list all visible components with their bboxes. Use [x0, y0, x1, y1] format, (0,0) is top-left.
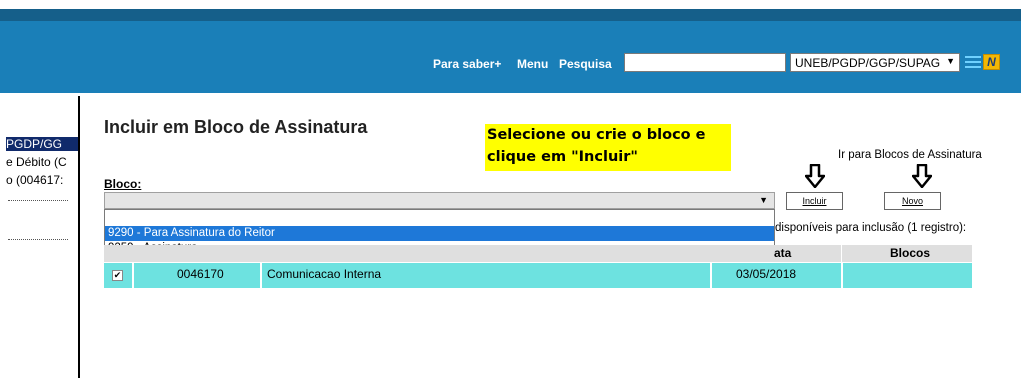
column-separator: [841, 263, 843, 288]
dropdown-option[interactable]: [105, 212, 774, 227]
left-tree-item[interactable]: o (004617:: [6, 173, 78, 187]
callout-line: clique em "Incluir": [487, 149, 638, 165]
cell-data: 03/05/2018: [736, 267, 797, 281]
bloco-label: Bloco:: [104, 177, 141, 191]
header-band: [0, 9, 1021, 21]
chevron-down-icon: ▼: [946, 56, 955, 66]
goto-blocos-link[interactable]: Ir para Blocos de Assinatura: [838, 149, 982, 161]
novo-button[interactable]: Novo: [884, 192, 941, 210]
left-panel: [0, 93, 80, 378]
left-tree-item[interactable]: e Débito (C: [6, 155, 78, 169]
list-icon[interactable]: [965, 55, 981, 69]
instruction-callout: Selecione ou crie o bloco e clique em "I…: [485, 124, 731, 171]
incluir-button[interactable]: Incluir: [786, 192, 843, 210]
app-header: Para saber+ Menu Pesquisa UNEB/PGDP/GGP/…: [0, 9, 1021, 93]
cell-tipo: Comunicacao Interna: [267, 267, 382, 281]
bloco-label-text: Bloco:: [104, 177, 142, 191]
divider: [8, 200, 68, 201]
nav-menu-link[interactable]: Menu: [517, 57, 548, 73]
dropdown-option-selected[interactable]: 9290 - Para Assinatura do Reitor: [105, 226, 774, 241]
unit-select[interactable]: UNEB/PGDP/GGP/SUPAG ▼: [790, 53, 960, 72]
row-checkbox[interactable]: ✔: [112, 270, 123, 281]
column-separator: [710, 263, 712, 288]
available-count-text: disponíveis para inclusão (1 registro):: [775, 222, 967, 234]
arrow-down-icon: [912, 164, 932, 188]
header-blocos: Blocos: [890, 246, 931, 260]
callout-line: Selecione ou crie o bloco e: [487, 127, 706, 143]
panel-divider: [78, 96, 80, 378]
bloco-select[interactable]: ▼: [104, 192, 775, 209]
search-input[interactable]: [624, 53, 786, 72]
incluir-button-label: Incluir: [802, 196, 827, 206]
column-separator: [260, 263, 262, 288]
column-separator: [132, 263, 134, 288]
nav-pesquisa-label: Pesquisa: [559, 57, 612, 71]
chevron-down-icon: ▼: [759, 195, 768, 205]
cell-numero[interactable]: 0046170: [177, 263, 224, 288]
table-header: ata Blocos: [104, 245, 972, 262]
top-strip: [0, 0, 1021, 9]
divider: [8, 239, 68, 240]
page-title: Incluir em Bloco de Assinatura: [104, 117, 368, 137]
column-separator: [841, 245, 842, 262]
table-row[interactable]: ✔ 0046170 Comunicacao Interna 03/05/2018: [104, 263, 972, 288]
novo-button-label: Novo: [901, 196, 923, 206]
left-tree-item-selected[interactable]: PGDP/GG: [6, 137, 78, 151]
header-data: ata: [774, 246, 792, 260]
n-icon[interactable]: N: [983, 54, 1000, 70]
arrow-down-icon: [805, 164, 825, 188]
nav-para-saber-link[interactable]: Para saber+: [433, 57, 501, 73]
unit-select-value: UNEB/PGDP/GGP/SUPAG: [795, 56, 941, 70]
